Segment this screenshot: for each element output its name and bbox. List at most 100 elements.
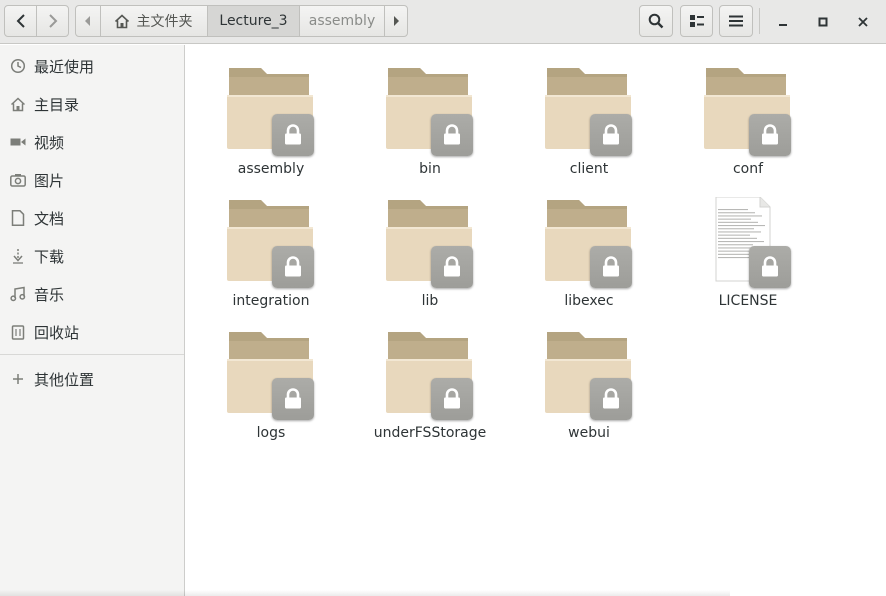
sidebar-item-pictures[interactable]: 图片 (0, 161, 184, 199)
file-name-label: libexec (564, 293, 614, 309)
file-manager-window: 主文件夹 Lecture_3 assembly 最近使用 主目录 视频 图片 文… (0, 0, 886, 596)
sidebar-item-trash[interactable]: 回收站 (0, 313, 184, 351)
video-icon (0, 136, 34, 148)
search-icon (648, 13, 664, 29)
lock-icon (749, 114, 791, 156)
breadcrumb-child-label: assembly (308, 13, 376, 29)
minimize-icon (779, 24, 787, 26)
minimize-button[interactable] (771, 10, 795, 34)
lock-icon (431, 114, 473, 156)
sidebar-item-other-locations[interactable]: 其他位置 (0, 360, 184, 398)
sidebar-item-label: 下载 (34, 247, 65, 266)
folder-item[interactable]: client (529, 51, 649, 181)
folder-icon (227, 197, 317, 289)
file-name-label: assembly (237, 161, 305, 177)
sidebar-item-label: 主目录 (34, 95, 80, 114)
file-name-label: LICENSE (718, 293, 778, 309)
sidebar-item-label: 回收站 (34, 323, 80, 342)
chevron-right-icon (48, 14, 57, 28)
chevron-left-icon (16, 14, 25, 28)
sidebar-separator (0, 354, 184, 355)
folder-icon (545, 197, 635, 289)
breadcrumb-home[interactable]: 主文件夹 (100, 5, 208, 37)
file-name-label: lib (421, 293, 439, 309)
folder-icon (545, 329, 635, 421)
folder-item[interactable]: integration (211, 183, 331, 313)
file-name-label: webui (568, 425, 610, 441)
file-name-label: client (569, 161, 609, 177)
file-name-label: conf (732, 161, 764, 177)
sidebar-item-documents[interactable]: 文档 (0, 199, 184, 237)
triangle-right-icon (394, 16, 399, 26)
folder-item[interactable]: underFSStorage (370, 315, 490, 445)
menu-button[interactable] (719, 5, 753, 37)
folder-item[interactable]: conf (688, 51, 808, 181)
lock-icon (272, 114, 314, 156)
breadcrumb-current[interactable]: Lecture_3 (207, 5, 300, 37)
header-bar: 主文件夹 Lecture_3 assembly (0, 0, 886, 44)
document-icon (0, 210, 34, 226)
header-separator (759, 8, 760, 34)
home-icon (114, 13, 129, 28)
hamburger-menu-icon (729, 15, 743, 27)
folder-item[interactable]: assembly (211, 51, 331, 181)
back-button[interactable] (4, 5, 37, 37)
plus-icon (0, 373, 34, 385)
folder-icon (545, 65, 635, 157)
file-grid: assembly bin client conf integration lib libex… (185, 45, 886, 596)
folder-item[interactable]: lib (370, 183, 490, 313)
folder-item[interactable]: webui (529, 315, 649, 445)
folder-item[interactable]: libexec (529, 183, 649, 313)
breadcrumb-child[interactable]: assembly (299, 5, 385, 37)
breadcrumb-home-label: 主文件夹 (136, 14, 193, 30)
home-icon (0, 96, 34, 112)
close-button[interactable] (851, 10, 875, 34)
breadcrumb-current-label: Lecture_3 (219, 13, 288, 29)
folder-item[interactable]: logs (211, 315, 331, 445)
folder-icon (386, 329, 476, 421)
lock-icon (272, 378, 314, 420)
sidebar-item-downloads[interactable]: 下载 (0, 237, 184, 275)
lock-icon (431, 378, 473, 420)
sidebar-item-recent[interactable]: 最近使用 (0, 47, 184, 85)
folder-icon (386, 65, 476, 157)
sidebar-item-label: 音乐 (34, 285, 65, 304)
sidebar-item-music[interactable]: 音乐 (0, 275, 184, 313)
search-button[interactable] (639, 5, 673, 37)
maximize-button[interactable] (811, 10, 835, 34)
sidebar-item-label: 其他位置 (34, 370, 95, 389)
trash-icon (0, 324, 34, 340)
sidebar-item-label: 文档 (34, 209, 65, 228)
view-toggle-button[interactable] (680, 5, 713, 37)
lock-icon (749, 246, 791, 288)
sidebar-item-home[interactable]: 主目录 (0, 85, 184, 123)
close-icon (858, 17, 868, 27)
sidebar-item-label: 最近使用 (34, 57, 95, 76)
lock-icon (590, 114, 632, 156)
sidebar: 最近使用 主目录 视频 图片 文档 下载 音乐 回收站 其他位置 (0, 45, 185, 596)
file-name-label: logs (256, 425, 286, 441)
triangle-left-icon (85, 16, 90, 26)
clock-icon (0, 58, 34, 74)
lock-icon (431, 246, 473, 288)
camera-icon (0, 173, 34, 187)
download-icon (0, 248, 34, 264)
folder-icon (704, 65, 794, 157)
sidebar-item-videos[interactable]: 视频 (0, 123, 184, 161)
sidebar-item-label: 图片 (34, 171, 65, 190)
file-name-label: integration (232, 293, 310, 309)
music-icon (0, 286, 34, 302)
folder-icon (386, 197, 476, 289)
file-item[interactable]: LICENSE (688, 183, 808, 313)
folder-icon (227, 65, 317, 157)
lock-icon (272, 246, 314, 288)
file-name-label: bin (419, 161, 441, 177)
folder-item[interactable]: bin (370, 51, 490, 181)
pathbar-scroll-right-button[interactable] (384, 5, 408, 37)
forward-button[interactable] (36, 5, 69, 37)
path-bar: 主文件夹 Lecture_3 assembly (75, 5, 408, 37)
text-file-icon (704, 196, 794, 289)
pathbar-scroll-left-button[interactable] (75, 5, 101, 37)
lock-icon (590, 378, 632, 420)
list-view-icon (689, 15, 704, 27)
